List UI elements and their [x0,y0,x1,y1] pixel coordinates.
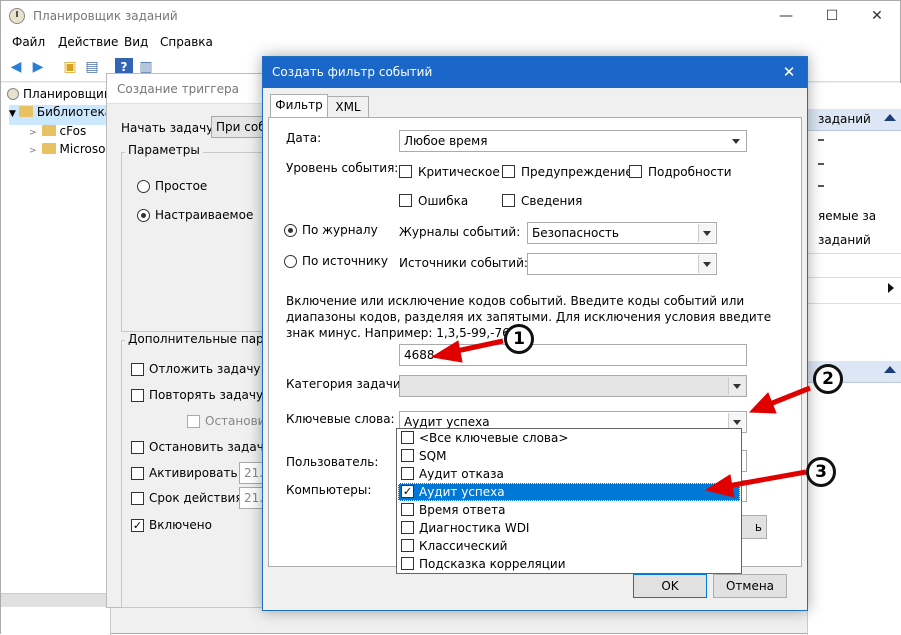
annotation-arrows [430,338,811,498]
annotation-badge-2: 2 [813,364,843,394]
arrow-1-head [430,340,463,363]
annotation-badge-3: 3 [806,457,836,487]
arrow-2-head [748,392,777,414]
annotation-badge-1: 1 [504,324,534,354]
arrow-3-head [704,474,735,498]
arrow-2 [769,385,811,407]
arrow-3 [727,469,807,489]
